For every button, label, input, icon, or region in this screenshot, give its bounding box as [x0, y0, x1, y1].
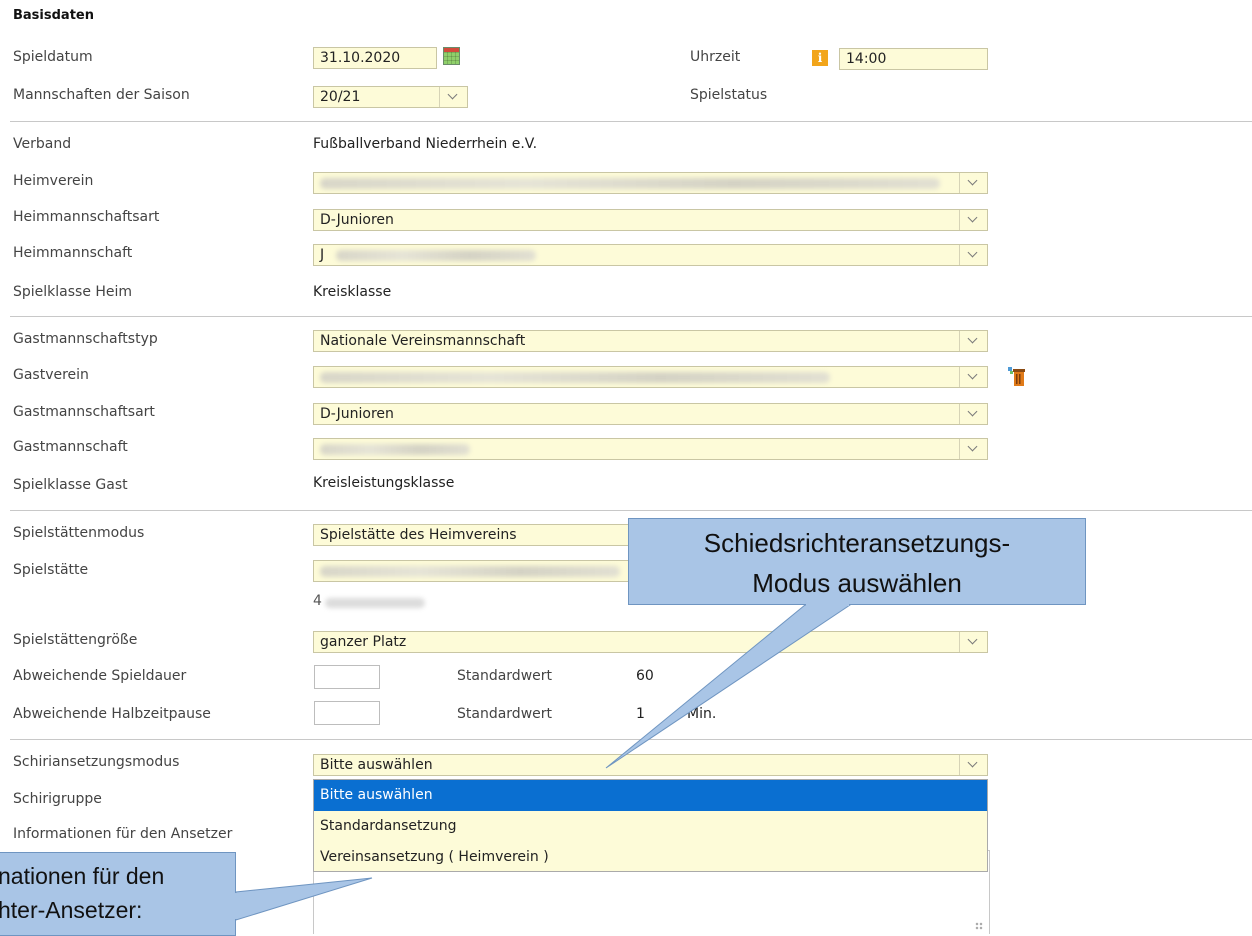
callout-line: nationen für den	[0, 863, 165, 889]
callout-line: hter-Ansetzer:	[0, 897, 143, 923]
callout-schiedsrichter: Schiedsrichteransetzungs- Modus auswähle…	[628, 518, 1086, 605]
callout-line: Schiedsrichteransetzungs-	[703, 528, 1011, 558]
callout-informationen: nationen für den hter-Ansetzer:	[0, 852, 236, 936]
callout-pointers	[235, 604, 852, 921]
callout-line: Modus auswählen	[752, 568, 962, 598]
callout-seam	[806, 603, 849, 606]
callout-seam	[234, 893, 237, 919]
